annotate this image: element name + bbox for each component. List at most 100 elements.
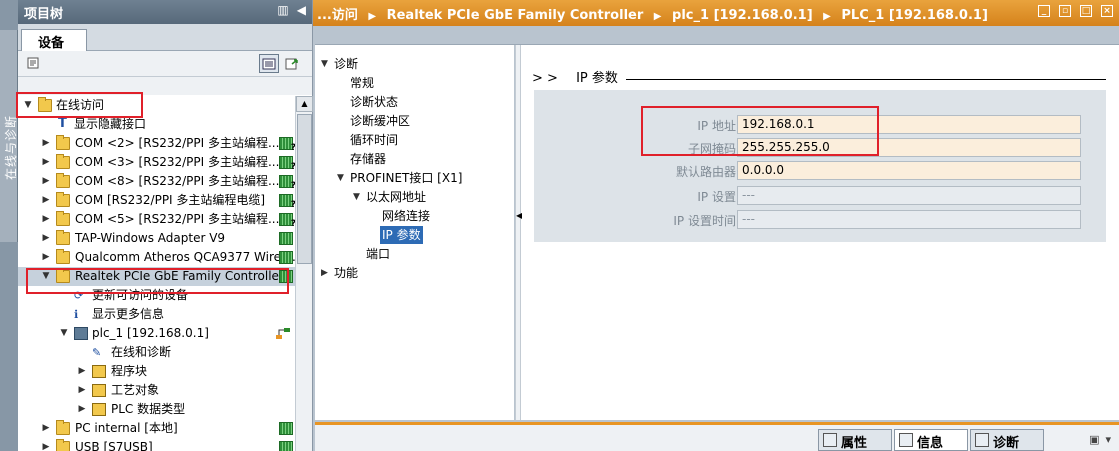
nav-general[interactable]: 常规: [350, 74, 374, 92]
online-diagnostics-vertical-tab[interactable]: 在线与诊断: [0, 30, 18, 242]
diagnostics-icon: [975, 433, 989, 447]
nav-ethernet[interactable]: 以太网地址: [366, 188, 426, 206]
tree-row-online-access[interactable]: ▼ 在线访问: [18, 96, 295, 115]
expand-arrow-icon[interactable]: ▶: [40, 153, 52, 172]
tree-row-tap-windows[interactable]: ▶ TAP-Windows Adapter V9: [18, 229, 295, 248]
collapse-arrow-icon[interactable]: ▼: [58, 324, 70, 343]
close-icon[interactable]: ×: [1101, 5, 1113, 17]
info-icon: ℹ: [74, 308, 79, 321]
expand-arrow-icon[interactable]: ▶: [40, 172, 52, 191]
export-icon[interactable]: [282, 54, 302, 73]
field-label: 默认路由器:: [675, 165, 740, 179]
expand-arrow-icon[interactable]: ▶: [321, 268, 328, 278]
tab-devices[interactable]: 设备: [21, 29, 87, 51]
field-ip-setting-time: IP 设置时间: ---: [534, 210, 1106, 229]
tree-row-show-more-info[interactable]: ℹ 显示更多信息: [18, 305, 295, 324]
expand-arrow-icon[interactable]: ▶: [40, 210, 52, 229]
tab-info-label: 信息: [917, 436, 944, 451]
expand-arrow-icon[interactable]: ▶: [76, 362, 88, 381]
minimize-icon[interactable]: _: [1038, 5, 1050, 17]
tree-row-com3[interactable]: ▶ COM <3> [RS232/PPI 多主站编程...: [18, 153, 295, 172]
expand-arrow-icon[interactable]: ▶: [76, 381, 88, 400]
expand-arrow-icon[interactable]: ▶: [40, 419, 52, 438]
expand-arrow-icon[interactable]: ▶: [40, 134, 52, 153]
tree-scrollbar[interactable]: ▲: [295, 96, 313, 451]
tree-row-com8[interactable]: ▶ COM <8> [RS232/PPI 多主站编程...: [18, 172, 295, 191]
maximize-icon[interactable]: □: [1080, 5, 1092, 17]
nav-functions[interactable]: 功能: [334, 264, 358, 282]
nav-port[interactable]: 端口: [366, 245, 390, 263]
pane-splitter[interactable]: ◀: [515, 45, 522, 421]
collapse-arrow-icon[interactable]: ▼: [321, 59, 328, 69]
nav-profinet[interactable]: PROFINET接口 [X1]: [350, 169, 462, 187]
breadcrumb-item[interactable]: ...访问: [317, 8, 358, 23]
tree-item-label: 工艺对象: [111, 383, 160, 397]
subnet-mask-field[interactable]: 255.255.255.0: [737, 138, 1081, 157]
expand-arrow-icon[interactable]: ▶: [40, 438, 52, 451]
breadcrumb-separator-icon: ▶: [653, 11, 662, 22]
side-strip: 在线与诊断: [0, 0, 18, 451]
tree-row-qualcomm[interactable]: ▶ Qualcomm Atheros QCA9377 Wirel...: [18, 248, 295, 267]
scroll-up-icon[interactable]: ▲: [296, 96, 313, 112]
nav-diag-status[interactable]: 诊断状态: [350, 93, 398, 111]
info-icon: [899, 433, 913, 447]
tree-row-plc-data-types[interactable]: ▶ PLC 数据类型: [18, 400, 295, 419]
nav-diag-buffer[interactable]: 诊断缓冲区: [350, 112, 410, 130]
tree-row-technology-objects[interactable]: ▶ 工艺对象: [18, 381, 295, 400]
tree-row-realtek[interactable]: ▼ Realtek PCIe GbE Family Controller: [18, 267, 295, 286]
collapse-arrow-icon[interactable]: ▼: [337, 173, 344, 183]
ip-setting-time-field: ---: [737, 210, 1081, 229]
nav-diagnostics[interactable]: 诊断: [334, 55, 358, 73]
restore-icon[interactable]: ▫: [1059, 5, 1071, 17]
nav-network[interactable]: 网络连接: [382, 207, 430, 225]
network-adapter-unknown-icon: [279, 175, 295, 191]
tree-row-com5[interactable]: ▶ COM <5> [RS232/PPI 多主站编程...: [18, 210, 295, 229]
tree-row-show-hidden-interfaces[interactable]: T 显示隐藏接口: [18, 115, 295, 134]
nav-ip-params[interactable]: IP 参数: [380, 226, 423, 244]
vertical-tab-label: 在线与诊断: [4, 114, 18, 180]
restore-icon[interactable]: ▣: [1089, 433, 1099, 446]
split-view-icon[interactable]: ▥: [277, 3, 288, 17]
expand-arrow-icon[interactable]: ▶: [40, 229, 52, 248]
field-label: IP 地址:: [697, 119, 740, 133]
tree-row-program-blocks[interactable]: ▶ 程序块: [18, 362, 295, 381]
tree-item-label: COM <5> [RS232/PPI 多主站编程...: [75, 212, 280, 226]
tree-view-options-icon[interactable]: [24, 54, 44, 73]
tree-toolbar: [18, 51, 312, 77]
tab-info[interactable]: 信息: [894, 429, 968, 451]
collapse-arrow-icon[interactable]: ▼: [353, 192, 360, 202]
expand-arrow-icon[interactable]: ▶: [40, 191, 52, 210]
expand-arrow-icon[interactable]: ▶: [76, 400, 88, 419]
ip-address-field[interactable]: 192.168.0.1: [737, 115, 1081, 134]
inspector-pane: ...访问 ▶ Realtek PCIe GbE Family Controll…: [313, 0, 1119, 451]
collapse-panel-icon[interactable]: ▾: [1105, 433, 1111, 446]
tree-row-plc1[interactable]: ▼ plc_1 [192.168.0.1]: [18, 324, 295, 343]
expand-arrow-icon[interactable]: ▶: [40, 248, 52, 267]
breadcrumb-item[interactable]: plc_1 [192.168.0.1]: [672, 8, 813, 23]
tab-diagnostics[interactable]: 诊断: [970, 429, 1044, 451]
network-adapter-icon: [279, 270, 293, 283]
tree-row-com-cable[interactable]: ▶ COM [RS232/PPI 多主站编程电缆]: [18, 191, 295, 210]
collapse-arrow-icon[interactable]: ▼: [40, 267, 52, 286]
nav-cycle-time[interactable]: 循环时间: [350, 131, 398, 149]
folder-icon: [56, 173, 70, 188]
tree-item-label: 显示更多信息: [92, 307, 165, 321]
tree-row-com2[interactable]: ▶ COM <2> [RS232/PPI 多主站编程...: [18, 134, 295, 153]
tree-row-update-accessible[interactable]: ⟳ 更新可访问的设备: [18, 286, 295, 305]
default-router-field[interactable]: 0.0.0.0: [737, 161, 1081, 180]
breadcrumb-item[interactable]: Realtek PCIe GbE Family Controller: [387, 8, 644, 23]
tab-properties[interactable]: 属性: [818, 429, 892, 451]
folder-icon: [56, 135, 70, 150]
breadcrumb-item[interactable]: PLC_1 [192.168.0.1]: [841, 8, 988, 23]
folder-icon: [56, 154, 70, 169]
nav-memory[interactable]: 存储器: [350, 150, 386, 168]
tree-row-usb[interactable]: ▶ USB [S7USB]: [18, 438, 295, 451]
expand-arrow-icon[interactable]: ▼: [22, 96, 34, 115]
collapse-panel-icon[interactable]: ◀: [297, 3, 306, 17]
details-view-icon[interactable]: [259, 54, 279, 73]
scroll-thumb[interactable]: [297, 114, 312, 264]
tree-item-label: TAP-Windows Adapter V9: [75, 231, 226, 245]
tree-row-online-diag[interactable]: ✎ 在线和诊断: [18, 343, 295, 362]
tree-item-label: plc_1 [192.168.0.1]: [92, 326, 209, 340]
tree-row-pc-internal[interactable]: ▶ PC internal [本地]: [18, 419, 295, 438]
